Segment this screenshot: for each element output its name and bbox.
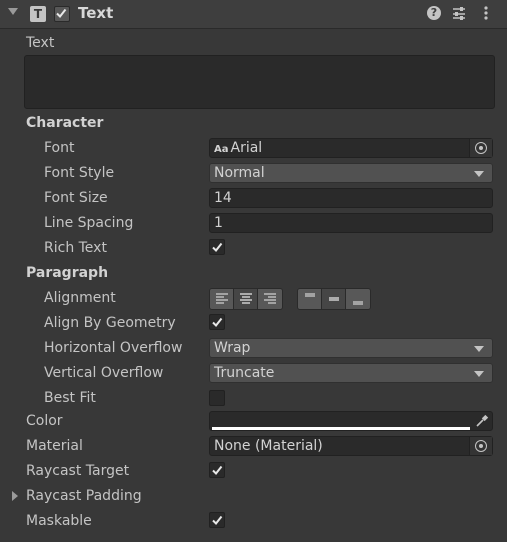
paragraph-heading: Paragraph — [26, 265, 109, 281]
object-picker-icon — [475, 142, 487, 154]
rich-text-checkbox[interactable] — [209, 239, 225, 255]
align-middle-button[interactable] — [322, 289, 346, 309]
font-value: Arial — [230, 140, 263, 156]
color-label: Color — [26, 413, 63, 429]
foldout-arrow-icon[interactable] — [8, 8, 18, 15]
font-field[interactable]: Aa Arial — [209, 138, 493, 158]
material-value: None (Material) — [214, 438, 323, 454]
best-fit-checkbox[interactable] — [209, 390, 225, 406]
rich-text-label: Rich Text — [44, 240, 107, 256]
chevron-down-icon — [474, 171, 484, 177]
align-top-icon — [305, 293, 315, 297]
font-label: Font — [44, 140, 75, 156]
checkmark-icon — [212, 317, 223, 328]
vertical-overflow-dropdown[interactable]: Truncate — [209, 363, 493, 383]
font-asset-icon: Aa — [214, 144, 229, 155]
color-field[interactable] — [209, 411, 493, 431]
checkmark-icon — [212, 515, 223, 526]
align-left-button[interactable] — [210, 289, 234, 309]
align-top-button[interactable] — [298, 289, 322, 309]
material-field[interactable]: None (Material) — [209, 436, 493, 456]
eyedropper-icon[interactable] — [475, 414, 489, 428]
maskable-label: Maskable — [26, 513, 92, 529]
line-spacing-label: Line Spacing — [44, 215, 134, 231]
raycast-target-checkbox[interactable] — [209, 462, 225, 478]
chevron-down-icon — [474, 346, 484, 352]
checkmark-icon — [212, 465, 223, 476]
checkmark-icon — [212, 242, 223, 253]
raycast-padding-label[interactable]: Raycast Padding — [26, 488, 142, 504]
best-fit-label: Best Fit — [44, 390, 96, 406]
horizontal-alignment-group — [209, 288, 283, 310]
font-size-label: Font Size — [44, 190, 108, 206]
maskable-checkbox[interactable] — [209, 512, 225, 528]
horizontal-overflow-label: Horizontal Overflow — [44, 340, 183, 356]
align-right-button[interactable] — [258, 289, 282, 309]
presets-icon[interactable] — [451, 5, 467, 21]
font-size-field[interactable]: 14 — [209, 188, 493, 208]
component-enabled-checkbox[interactable] — [54, 6, 70, 22]
vertical-overflow-label: Vertical Overflow — [44, 365, 164, 381]
raycast-padding-foldout-icon[interactable] — [12, 491, 18, 501]
text-label: Text — [26, 35, 55, 51]
color-swatch[interactable] — [212, 427, 470, 430]
horizontal-overflow-dropdown[interactable]: Wrap — [209, 338, 493, 358]
raycast-target-label: Raycast Target — [26, 463, 130, 479]
horizontal-overflow-value: Wrap — [214, 340, 251, 356]
font-style-dropdown[interactable]: Normal — [209, 163, 493, 183]
help-icon[interactable]: ? — [427, 6, 441, 20]
font-style-label: Font Style — [44, 165, 115, 181]
alignment-label: Alignment — [44, 290, 116, 306]
line-spacing-field[interactable]: 1 — [209, 213, 493, 233]
align-right-icon — [264, 293, 276, 304]
object-picker-icon — [475, 440, 487, 452]
component-header[interactable]: T Text ? — [0, 0, 507, 29]
material-object-picker[interactable] — [469, 437, 492, 455]
align-center-icon — [240, 293, 252, 304]
vertical-alignment-group — [297, 288, 371, 310]
align-by-geometry-label: Align By Geometry — [44, 315, 176, 331]
align-by-geometry-checkbox[interactable] — [209, 314, 225, 330]
font-style-value: Normal — [214, 165, 265, 181]
font-object-picker[interactable] — [469, 139, 492, 157]
align-bottom-icon — [353, 301, 363, 305]
character-heading: Character — [26, 115, 104, 131]
more-options-icon[interactable] — [478, 5, 494, 21]
material-label: Material — [26, 438, 83, 454]
vertical-overflow-value: Truncate — [214, 365, 275, 381]
align-middle-icon — [329, 297, 339, 301]
text-component-icon: T — [30, 6, 46, 22]
align-left-icon — [216, 293, 228, 304]
checkmark-icon — [56, 8, 67, 19]
align-bottom-button[interactable] — [346, 289, 370, 309]
align-center-button[interactable] — [234, 289, 258, 309]
chevron-down-icon — [474, 371, 484, 377]
component-title: Text — [78, 4, 114, 22]
text-input-area[interactable] — [24, 55, 495, 109]
